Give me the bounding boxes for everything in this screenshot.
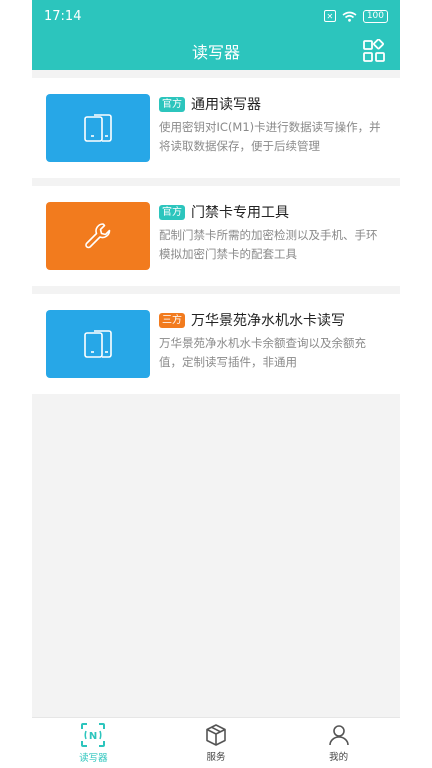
- tool-card-access-card-tool[interactable]: 官方 门禁卡专用工具 配制门禁卡所需的加密检测以及手机、手环模拟加密门禁卡的配套…: [32, 186, 400, 286]
- tool-list: 官方 通用读写器 使用密钥对IC(M1)卡进行数据读写操作，并将读取数据保存，便…: [32, 78, 400, 394]
- card-title: 通用读写器: [191, 97, 261, 113]
- card-description: 使用密钥对IC(M1)卡进行数据读写操作，并将读取数据保存，便于后续管理: [159, 120, 381, 153]
- tab-label: 服务: [206, 752, 226, 763]
- app-header: 读写器: [32, 32, 400, 70]
- tag-badge: 三方: [159, 312, 185, 328]
- user-icon: [328, 725, 349, 746]
- card-thumbnail: [46, 202, 150, 270]
- phone-sim-icon: [84, 330, 112, 358]
- tag-badge: 官方: [159, 204, 185, 220]
- grid-apps-icon[interactable]: [362, 39, 386, 63]
- wifi-icon: [342, 11, 357, 22]
- tab-service[interactable]: 服务: [155, 718, 278, 768]
- nfc-icon: N: [81, 723, 106, 747]
- wrench-icon: [85, 223, 111, 249]
- card-title: 万华景苑净水机水卡读写: [191, 313, 345, 329]
- phone-sim-icon: [84, 114, 112, 142]
- bottom-tab-bar: N 读写器 服务 我的: [32, 717, 400, 768]
- card-title: 门禁卡专用工具: [191, 205, 289, 221]
- tab-mine[interactable]: 我的: [277, 718, 400, 768]
- tool-card-water-card-reader[interactable]: 三方 万华景苑净水机水卡读写 万华景苑净水机水卡余额查询以及余额充值，定制读写插…: [32, 294, 400, 394]
- card-thumbnail: [46, 310, 150, 378]
- tab-label: 我的: [329, 752, 349, 763]
- tab-reader[interactable]: N 读写器: [32, 718, 155, 768]
- notification-icon: ✕: [323, 10, 336, 22]
- card-description: 配制门禁卡所需的加密检测以及手机、手环模拟加密门禁卡的配套工具: [159, 228, 378, 261]
- phone-screen: 17:14 ✕ 100 读写器 官方 通用读写器 使用密钥对IC(M1)卡进行数…: [32, 0, 400, 768]
- status-time: 17:14: [44, 8, 82, 24]
- tab-label: 读写器: [79, 753, 108, 764]
- card-description: 万华景苑净水机水卡余额查询以及余额充值，定制读写插件，非通用: [159, 336, 366, 369]
- card-thumbnail: [46, 94, 150, 162]
- svg-text:N: N: [89, 731, 97, 742]
- box-icon: [206, 724, 226, 746]
- battery-indicator: 100: [362, 9, 388, 23]
- status-bar: 17:14 ✕ 100: [32, 0, 400, 32]
- tool-card-generic-reader[interactable]: 官方 通用读写器 使用密钥对IC(M1)卡进行数据读写操作，并将读取数据保存，便…: [32, 78, 400, 178]
- page-title: 读写器: [191, 43, 240, 62]
- tag-badge: 官方: [159, 96, 185, 112]
